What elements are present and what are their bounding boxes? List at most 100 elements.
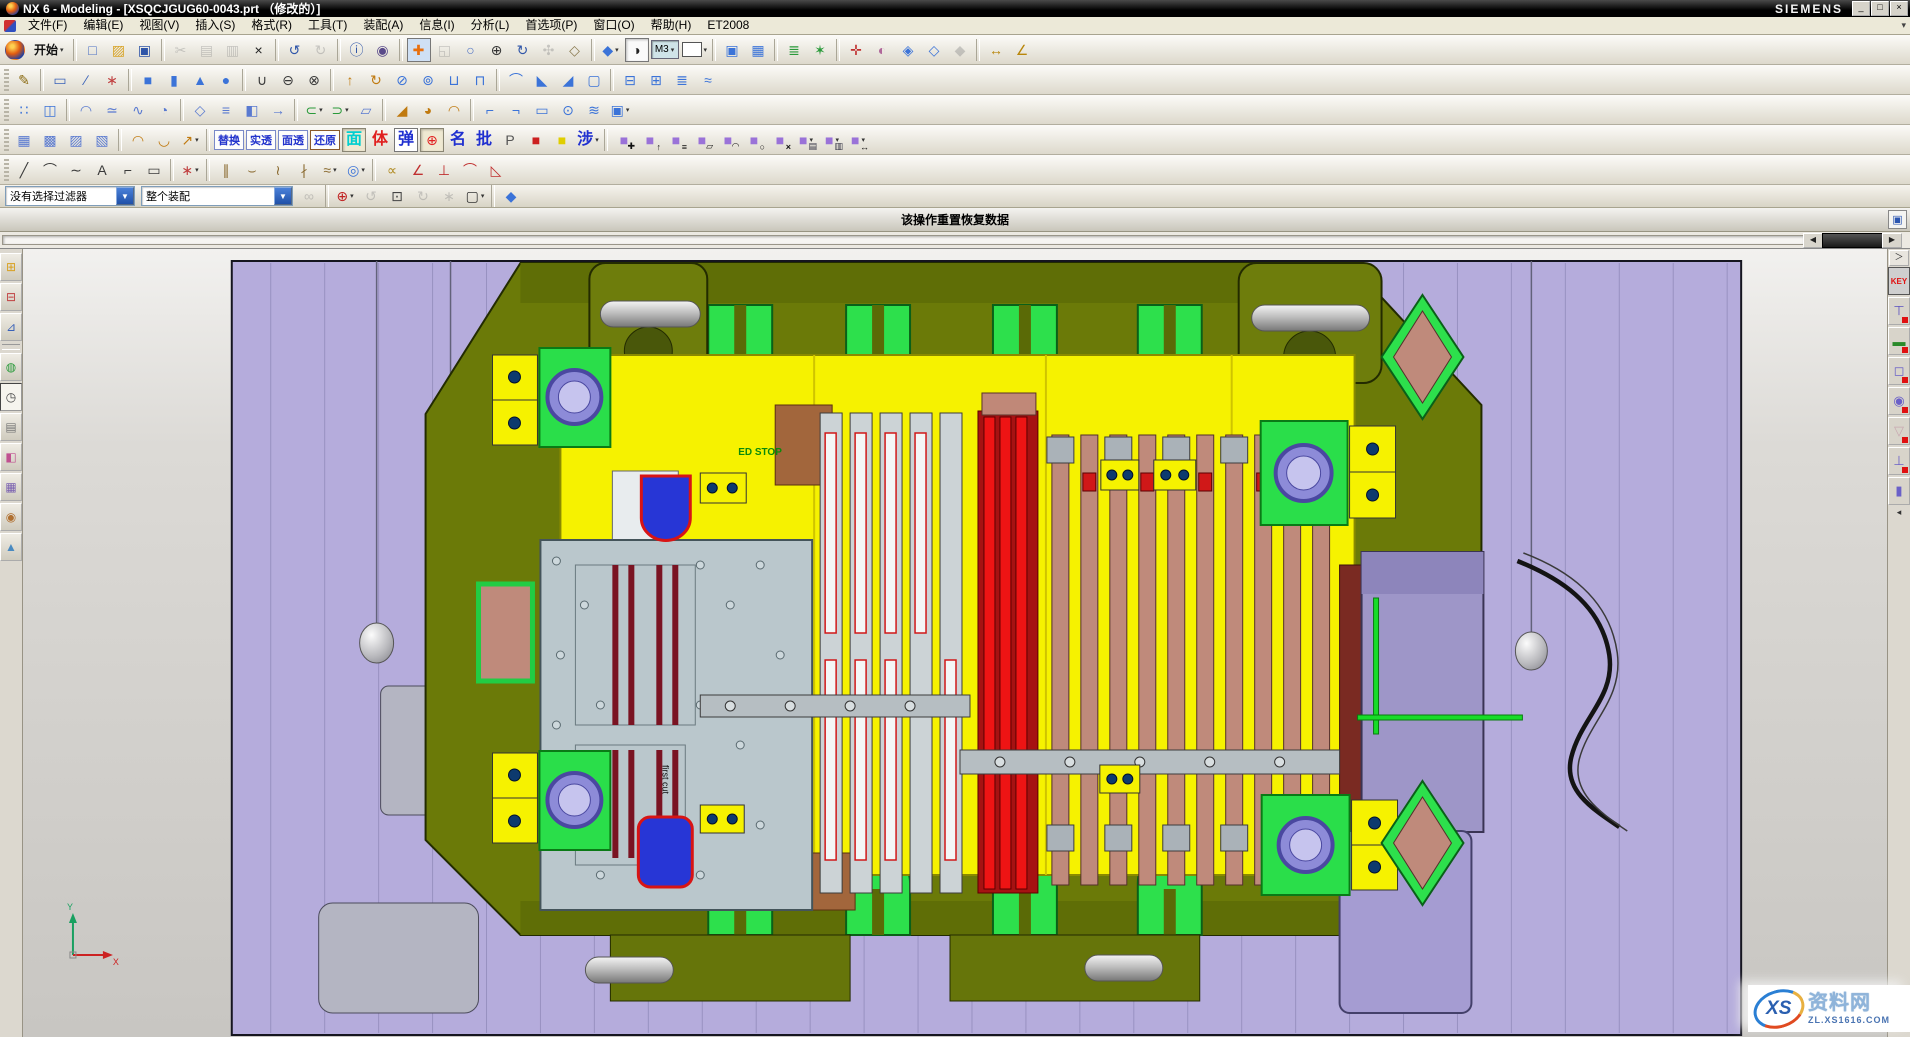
boss-button[interactable]: ⊚ <box>416 68 440 92</box>
rectangle-button[interactable]: ▭ <box>142 158 166 182</box>
spline-button[interactable]: ∼ <box>64 158 88 182</box>
menu-preferences[interactable]: 首选项(P) <box>517 17 585 34</box>
batch-tool-button[interactable]: 批 <box>472 128 496 152</box>
start-menu-button[interactable]: 开始 <box>29 38 69 62</box>
scrollbar-track[interactable] <box>2 235 1804 245</box>
work-layer-button[interactable]: M3 <box>651 40 679 59</box>
graphics-viewport[interactable]: first cut <box>23 249 1887 1037</box>
face-translucency-button[interactable]: 面透 <box>278 130 308 150</box>
menu-window[interactable]: 窗口(O) <box>585 17 642 34</box>
library-scroll-back-button[interactable]: ◂ <box>1890 506 1908 520</box>
minimize-button[interactable]: _ <box>1852 1 1870 16</box>
tube-button[interactable]: ◎ <box>344 158 368 182</box>
n-sided-surface-button[interactable]: ◇ <box>188 98 212 122</box>
tab-assembly-navigator[interactable]: ⊞ <box>0 253 22 281</box>
body-select-mode-button[interactable]: 体 <box>368 128 392 152</box>
block-button[interactable]: ■ <box>136 68 160 92</box>
ruled-surface-button[interactable]: ◠ <box>74 98 98 122</box>
rendering-style-button[interactable]: ◑ <box>625 38 649 62</box>
datum-axis-button[interactable]: ∕ <box>74 68 98 92</box>
resize-blend-button[interactable]: ■◠ <box>716 128 740 152</box>
corner-hardware-bottom-left[interactable] <box>492 751 610 850</box>
hole-button[interactable]: ⊘ <box>390 68 414 92</box>
sew-button[interactable]: ≈ <box>696 68 720 92</box>
selection-scope-dropdown-icon[interactable]: ▼ <box>274 187 292 205</box>
zoom-in-out-button[interactable]: ⊕ <box>485 38 509 62</box>
fillet-sketch-button[interactable]: ⌒ <box>458 158 482 182</box>
tab-internet-explorer[interactable]: ◍ <box>0 353 22 381</box>
menu-edit[interactable]: 编辑(E) <box>75 17 131 34</box>
patch-face-button[interactable]: ■↔ <box>846 128 870 152</box>
corner-hardware-bottom-right[interactable] <box>1262 795 1398 895</box>
solid-punch-button[interactable]: ▣ <box>608 98 632 122</box>
menu-insert[interactable]: 插入(S) <box>187 17 243 34</box>
curve-expression-button[interactable]: ∝ <box>380 158 404 182</box>
chamfer-sketch-button[interactable]: ◺ <box>484 158 508 182</box>
new-window-button[interactable]: ▣ <box>720 38 744 62</box>
interference-check-button[interactable]: 涉 <box>576 128 600 152</box>
restore-display-button[interactable]: 还原 <box>310 130 340 150</box>
nx-logo[interactable] <box>5 40 25 60</box>
draft-analysis-button[interactable]: ◢ <box>390 98 414 122</box>
tab-system-materials[interactable]: ▤ <box>0 413 22 441</box>
punch-columns-red[interactable] <box>978 393 1038 893</box>
cut-face-button[interactable]: ■▥ <box>820 128 844 152</box>
wave-geometry-linker-button[interactable]: ⊂ <box>302 98 326 122</box>
measure-angle-button[interactable]: ∠ <box>1010 38 1034 62</box>
shell-button[interactable]: ▢ <box>582 68 606 92</box>
spring-tool-button[interactable]: 弹 <box>394 128 418 152</box>
view-background-button[interactable] <box>681 38 709 62</box>
menu-analysis[interactable]: 分析(L) <box>463 17 518 34</box>
tab-scene-builder[interactable]: ▦ <box>0 473 22 501</box>
marquee-select-button[interactable]: ▢ <box>463 184 487 208</box>
information-button[interactable]: ⓘ <box>345 38 369 62</box>
side-insert-left[interactable] <box>479 584 533 681</box>
flange-button[interactable]: ¬ <box>504 98 528 122</box>
perpendicular-curve-button[interactable]: ⊥ <box>432 158 456 182</box>
sphere-button[interactable]: ● <box>214 68 238 92</box>
tab-part-navigator[interactable]: ⊿ <box>0 313 22 341</box>
scrollbar-thumb[interactable] <box>1822 233 1883 248</box>
styled-blend-button[interactable]: ◠ <box>442 98 466 122</box>
library-scroll-up-button[interactable]: ＞ <box>1889 250 1909 266</box>
find-button[interactable]: ◉ <box>371 38 395 62</box>
delete-face-button[interactable]: ■× <box>768 128 792 152</box>
undo-button[interactable]: ↺ <box>283 38 307 62</box>
maximize-graphics-icon[interactable]: ▣ <box>1888 210 1907 229</box>
extract-body-button[interactable]: ⊃ <box>328 98 352 122</box>
instance-pattern-button[interactable]: ∷ <box>12 98 36 122</box>
unite-button[interactable]: ∪ <box>250 68 274 92</box>
arc-button[interactable]: ⌒ <box>38 158 62 182</box>
revolve-button[interactable]: ↻ <box>364 68 388 92</box>
profile-button[interactable]: ⌐ <box>116 158 140 182</box>
point-button[interactable]: ∗ <box>178 158 202 182</box>
point-coordinate-button[interactable]: P <box>498 128 522 152</box>
library-key-button[interactable]: KEY <box>1888 267 1910 295</box>
copy-face-button[interactable]: ■▤ <box>794 128 818 152</box>
window-layout-button[interactable]: ▦ <box>746 38 770 62</box>
trim-curve-button[interactable]: ≀ <box>266 158 290 182</box>
toolbar-options-chevron-icon[interactable]: ▾ <box>1897 20 1910 31</box>
replace-reference-set-button[interactable]: 替换 <box>214 130 244 150</box>
library-insert-button[interactable]: ▬ <box>1888 327 1910 355</box>
solid-translucency-button[interactable]: 实透 <box>246 130 276 150</box>
extend-sheet-button[interactable]: → <box>266 98 290 122</box>
selection-filter-combo[interactable]: 没有选择过滤器 ▼ <box>5 186 135 206</box>
swept-mesh-button[interactable]: ▩ <box>38 128 62 152</box>
edit-object-display-button[interactable]: ◐ <box>870 38 894 62</box>
scroll-right-button[interactable]: ▶ <box>1882 233 1902 248</box>
dimple-button[interactable]: ⊙ <box>556 98 580 122</box>
close-button[interactable]: × <box>1890 1 1908 16</box>
resize-face-button[interactable]: ■○ <box>742 128 766 152</box>
selection-filter-dropdown-icon[interactable]: ▼ <box>116 187 134 205</box>
open-button[interactable]: ▨ <box>107 38 131 62</box>
swept-button[interactable]: ∿ <box>126 98 150 122</box>
perspective-button[interactable]: ◇ <box>563 38 587 62</box>
divide-curve-button[interactable]: ∤ <box>292 158 316 182</box>
through-curves-button[interactable]: ≃ <box>100 98 124 122</box>
menu-tools[interactable]: 工具(T) <box>300 17 355 34</box>
exploded-views-button[interactable]: ✶ <box>808 38 832 62</box>
text-button[interactable]: A <box>90 158 114 182</box>
tab-history[interactable]: ◷ <box>0 383 22 411</box>
quick-pick-button[interactable]: ⊡ <box>385 184 409 208</box>
